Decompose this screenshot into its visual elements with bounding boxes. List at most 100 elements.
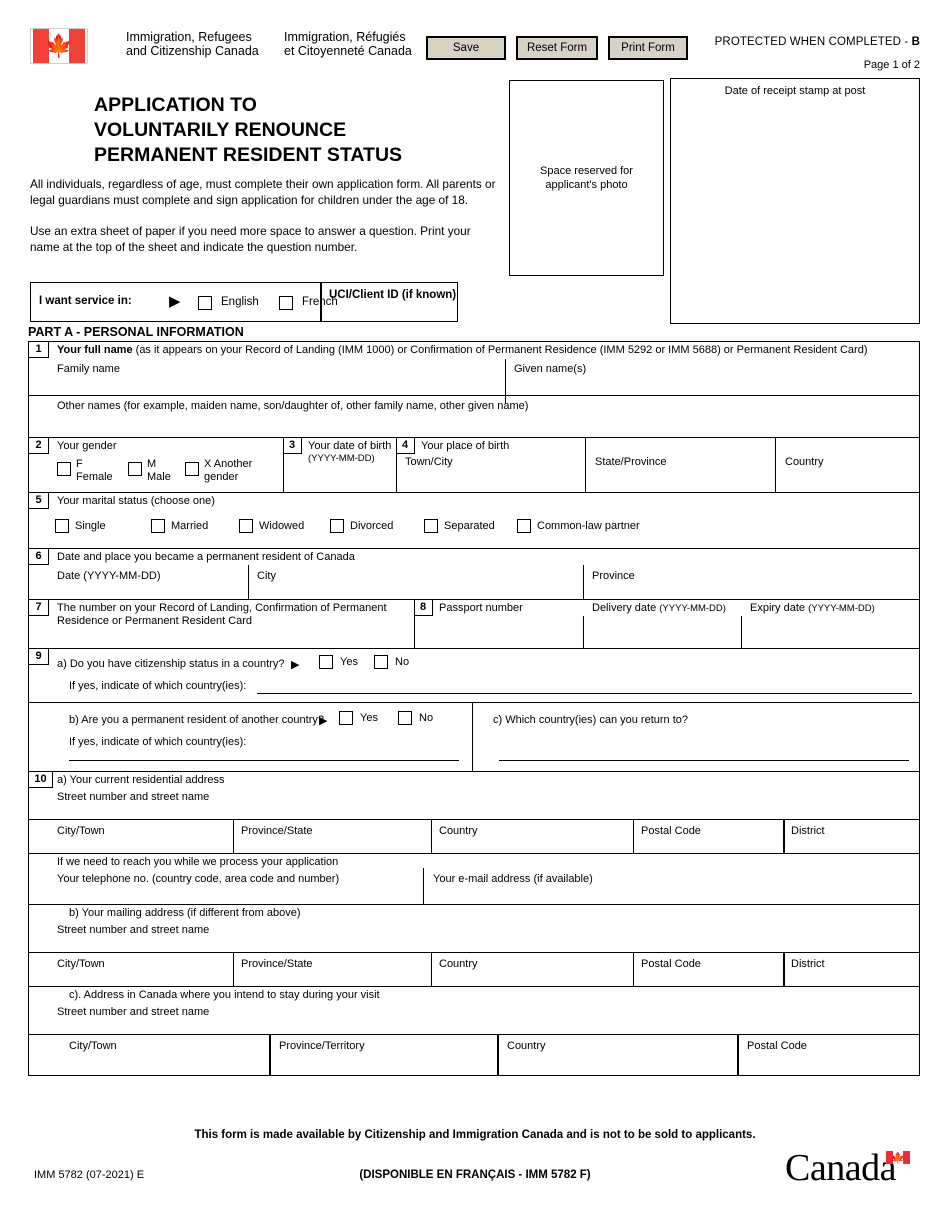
- divider: [233, 953, 234, 986]
- print-form-button[interactable]: Print Form: [608, 36, 688, 60]
- checkbox-marital-separated[interactable]: [424, 519, 438, 533]
- page-header: 🍁 Immigration, Refugees and Citizenship …: [30, 24, 920, 74]
- passport-delivery-date-label: Delivery date (YYYY-MM-DD): [592, 602, 726, 614]
- wordmark-french: Immigration, Réfugiés et Citoyenneté Can…: [284, 30, 434, 58]
- photo-box-line1: Space reserved for: [540, 165, 633, 177]
- marital-option-married[interactable]: Married: [151, 519, 239, 533]
- divider: [431, 820, 432, 853]
- question-9a-if-yes-label: If yes, indicate of which country(ies):: [69, 680, 247, 692]
- address-a-postal-label: Postal Code: [641, 825, 701, 837]
- checkbox-9a-yes[interactable]: [319, 655, 333, 669]
- canada-wordmark-text: Canada: [785, 1147, 896, 1189]
- applicant-photo-box: Space reserved for applicant's photo: [509, 80, 664, 276]
- gender-option-male[interactable]: M Male: [128, 458, 171, 483]
- marital-option-separated[interactable]: Separated: [424, 519, 517, 533]
- marital-option-widowed[interactable]: Widowed: [239, 519, 330, 533]
- birth-town-city-label: Town/City: [405, 456, 453, 468]
- question-1-title: Your full name (as it appears on your Re…: [57, 344, 868, 356]
- question-1-full-name: 1 Your full name (as it appears on your …: [29, 342, 919, 438]
- input-9a-countries[interactable]: [257, 693, 912, 695]
- question-7-title: The number on your Record of Landing, Co…: [57, 602, 412, 628]
- question-number: 1: [29, 342, 49, 358]
- passport-delivery-date-format: (YYYY-MM-DD): [659, 603, 726, 614]
- passport-delivery-date-text: Delivery date: [592, 602, 657, 614]
- question-number: 5: [29, 493, 49, 509]
- question-1-title-rest: (as it appears on your Record of Landing…: [132, 344, 868, 356]
- passport-expiry-date-format: (YYYY-MM-DD): [808, 603, 875, 614]
- divider: [583, 565, 584, 599]
- divider: [741, 616, 742, 648]
- passport-number-label: Passport number: [439, 602, 523, 614]
- service-english-label: English: [221, 296, 259, 308]
- address-c-columns: City/Town Province/Territory Country Pos…: [29, 1035, 919, 1075]
- checkbox-gender-female[interactable]: [57, 462, 71, 476]
- save-button[interactable]: Save: [426, 36, 506, 60]
- marital-separated-label: Separated: [444, 520, 495, 532]
- gender-another-line2: gender: [204, 470, 239, 483]
- checkbox-9b-no[interactable]: [398, 711, 412, 725]
- checkbox-service-french[interactable]: [279, 296, 293, 310]
- marital-option-single[interactable]: Single: [55, 519, 151, 533]
- checkbox-gender-male[interactable]: [128, 462, 142, 476]
- input-9c-countries[interactable]: [499, 760, 909, 762]
- checkbox-gender-another[interactable]: [185, 462, 199, 476]
- other-names-label: Other names (for example, maiden name, s…: [57, 400, 529, 412]
- protected-label: PROTECTED WHEN COMPLETED -: [714, 36, 912, 48]
- input-9b-countries[interactable]: [69, 760, 459, 762]
- checkbox-service-english[interactable]: [198, 296, 212, 310]
- family-name-label: Family name: [57, 363, 120, 375]
- question-number: 2: [29, 438, 49, 454]
- gender-female-label: F Female: [76, 458, 113, 483]
- divider: [633, 820, 634, 853]
- pr-city-label: City: [257, 570, 276, 582]
- divider: [248, 565, 249, 599]
- checkbox-marital-divorced[interactable]: [330, 519, 344, 533]
- question-number: 7: [29, 600, 49, 616]
- checkbox-marital-widowed[interactable]: [239, 519, 253, 533]
- intro-paragraph-2: Use an extra sheet of paper if you need …: [30, 224, 471, 254]
- address-b-columns: City/Town Province/State Country Postal …: [29, 953, 919, 987]
- checkbox-marital-single[interactable]: [55, 519, 69, 533]
- marital-option-common-law[interactable]: Common-law partner: [517, 519, 640, 533]
- service-language-box: I want service in: ▶ English French UCI/…: [30, 282, 458, 322]
- divider: [783, 953, 785, 986]
- question-6-title: Date and place you became a permanent re…: [57, 551, 355, 563]
- question-number: 6: [29, 549, 49, 565]
- gender-option-female[interactable]: F Female: [57, 458, 113, 483]
- page-title: APPLICATION TO VOLUNTARILY RENOUNCE PERM…: [94, 93, 494, 168]
- divider: [431, 953, 432, 986]
- divider: [233, 820, 234, 853]
- intro-instructions: All individuals, regardless of age, must…: [30, 177, 500, 255]
- receipt-stamp-box: Date of receipt stamp at post: [670, 78, 920, 324]
- checkbox-marital-common-law[interactable]: [517, 519, 531, 533]
- email-label: Your e-mail address (if available): [433, 873, 593, 885]
- gender-male-text: Male: [147, 470, 171, 483]
- checkbox-9b-yes[interactable]: [339, 711, 353, 725]
- page-number: Page 1 of 2: [863, 59, 920, 71]
- gender-female-code: F: [76, 458, 83, 470]
- question-9b-no-label: No: [419, 712, 434, 724]
- arrow-right-icon: ▶: [169, 293, 181, 310]
- question-9b-yes-label: Yes: [360, 712, 378, 724]
- question-2-3-4-row: 2 Your gender F Female M Male X Another …: [29, 438, 919, 493]
- checkbox-9a-no[interactable]: [374, 655, 388, 669]
- address-c-postal-label: Postal Code: [747, 1040, 807, 1052]
- question-5-title: Your marital status (choose one): [57, 495, 215, 507]
- question-10c-title: c). Address in Canada where you intend t…: [69, 989, 380, 1001]
- checkbox-marital-married[interactable]: [151, 519, 165, 533]
- reset-form-button[interactable]: Reset Form: [516, 36, 598, 60]
- address-a-province-label: Province/State: [241, 825, 313, 837]
- question-6-pr-date-place: 6 Date and place you became a permanent …: [29, 549, 919, 600]
- marital-option-divorced[interactable]: Divorced: [330, 519, 424, 533]
- wordmark-english-line1: Immigration, Refugees: [126, 30, 252, 44]
- uci-client-id-label: UCI/Client ID (if known): [329, 289, 457, 301]
- photo-box-line2: applicant's photo: [545, 179, 628, 191]
- form-body: 1 Your full name (as it appears on your …: [28, 341, 920, 1076]
- gender-another-line1: X Another: [204, 458, 253, 470]
- gender-option-another[interactable]: X Another gender: [185, 458, 252, 483]
- marital-single-label: Single: [75, 520, 106, 532]
- pr-province-label: Province: [592, 570, 635, 582]
- divider: [320, 283, 322, 321]
- question-number: 8: [414, 600, 433, 616]
- gender-another-label: X Another gender: [204, 458, 252, 483]
